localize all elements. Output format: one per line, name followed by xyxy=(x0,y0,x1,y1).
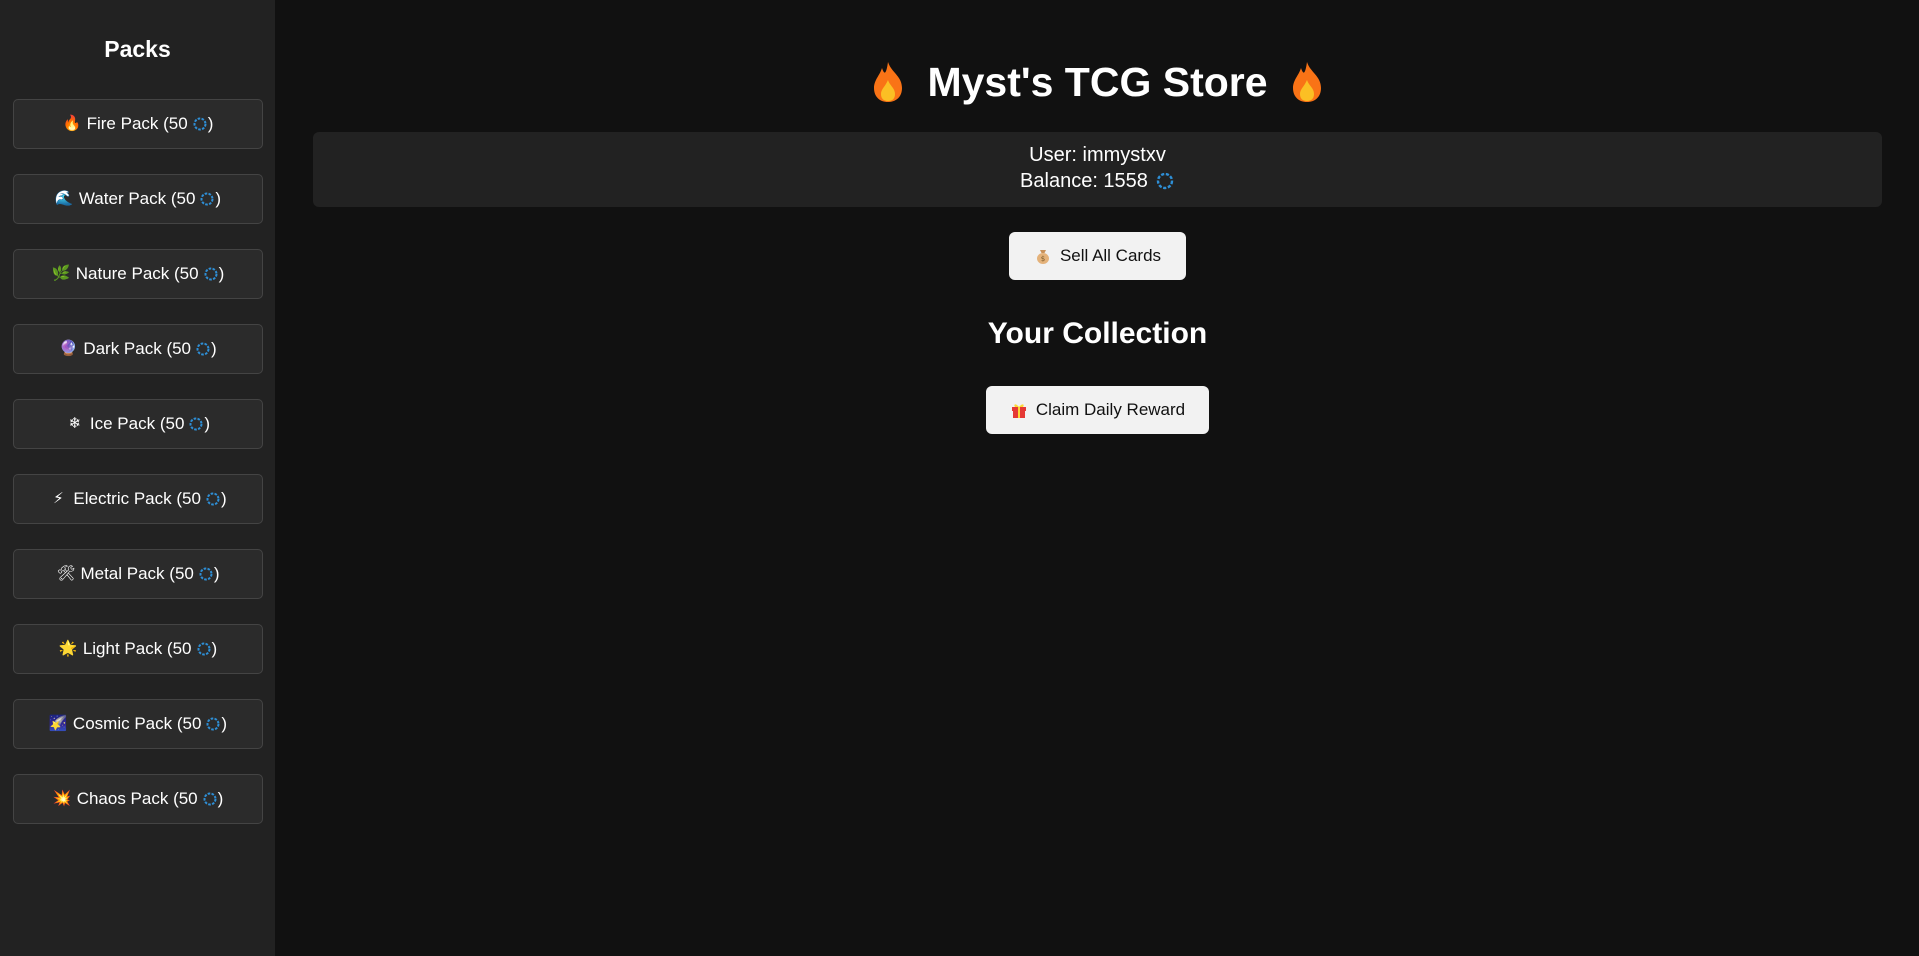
main-content: Myst's TCG Store User: immystxv Balance:… xyxy=(275,0,1919,956)
sell-all-cards-label: Sell All Cards xyxy=(1059,246,1162,265)
pack-label-close: ) xyxy=(211,339,217,358)
pack-label: Water Pack (50 xyxy=(78,189,196,208)
store-title-text: Myst's TCG Store xyxy=(927,58,1268,105)
pack-label-close: ) xyxy=(221,714,228,733)
claim-row: Claim Daily Reward xyxy=(313,386,1882,434)
coin-icon xyxy=(206,492,220,506)
coin-icon xyxy=(200,192,214,206)
pack-button[interactable]: ⚡ Electric Pack (50 ) xyxy=(13,474,263,524)
comet-icon: 🌠 xyxy=(48,715,68,732)
tools-icon: 🛠 xyxy=(56,565,76,582)
lightning-icon: ⚡ xyxy=(53,490,64,507)
pack-list: 🔥 Fire Pack (50 ) 🌊 Water Pack (50 ) 🌿 Nature… xyxy=(13,99,263,824)
pack-label: Fire Pack (50 xyxy=(86,114,188,133)
pack-label-close: ) xyxy=(207,114,214,133)
coin-icon xyxy=(206,717,220,731)
user-name: User: immystxv xyxy=(1029,144,1166,166)
pack-button[interactable]: 🔮 Dark Pack (50 ) xyxy=(13,324,263,374)
pack-label: Light Pack (50 xyxy=(82,639,192,658)
coin-icon xyxy=(196,342,210,356)
pack-label: Electric Pack (50 xyxy=(73,489,201,508)
pack-button[interactable]: ❄ Ice Pack (50 ) xyxy=(13,399,263,449)
user-info-panel: User: immystxv Balance: 1558 xyxy=(313,132,1882,207)
svg-text:$: $ xyxy=(1041,255,1045,263)
sidebar-title: Packs xyxy=(104,36,171,62)
coin-icon xyxy=(204,267,218,281)
pack-label-close: ) xyxy=(220,489,227,508)
coin-icon xyxy=(203,792,217,806)
coin-icon xyxy=(193,117,207,131)
snowflake-icon: ❄ xyxy=(68,415,82,432)
pack-sidebar: Packs 🔥 Fire Pack (50 ) 🌊 Water Pack (50 ) 🌿… xyxy=(0,0,275,956)
pack-button[interactable]: 🌊 Water Pack (50 ) xyxy=(13,174,263,224)
gift-icon xyxy=(1011,404,1026,418)
balance-line: Balance: 1558 xyxy=(313,168,1882,194)
pack-label: Chaos Pack (50 xyxy=(76,789,198,808)
pack-label-close: ) xyxy=(217,789,224,808)
flame-icon xyxy=(874,62,903,102)
pack-label-close: ) xyxy=(211,639,218,658)
pack-label: Ice Pack (50 xyxy=(89,414,185,433)
coin-icon xyxy=(199,567,213,581)
coin-icon xyxy=(1156,172,1174,190)
pack-label: Nature Pack (50 xyxy=(75,264,199,283)
dark-orb-icon: 🔮 xyxy=(59,340,78,357)
money-bag-icon: $ xyxy=(1036,250,1049,264)
pack-button[interactable]: 🌿 Nature Pack (50 ) xyxy=(13,249,263,299)
store-title: Myst's TCG Store xyxy=(313,58,1882,106)
pack-button[interactable]: 💥 Chaos Pack (50 ) xyxy=(13,774,263,824)
pack-button[interactable]: 🌠 Cosmic Pack (50 ) xyxy=(13,699,263,749)
pack-button[interactable]: 🔥 Fire Pack (50 ) xyxy=(13,99,263,149)
pack-label: Cosmic Pack (50 xyxy=(72,714,202,733)
fire-icon: 🔥 xyxy=(62,115,82,132)
coin-icon xyxy=(197,642,210,656)
balance-value: Balance: 1558 xyxy=(1020,170,1148,192)
claim-daily-reward-label: Claim Daily Reward xyxy=(1035,400,1186,419)
pack-button[interactable]: 🌟 Light Pack (50 ) xyxy=(13,624,263,674)
sun-icon: 🌟 xyxy=(58,640,78,657)
collection-title: Your Collection xyxy=(987,317,1208,350)
app-root: Packs 🔥 Fire Pack (50 ) 🌊 Water Pack (50 ) 🌿… xyxy=(0,0,1919,956)
pack-label-close: ) xyxy=(215,189,222,208)
claim-daily-reward-button[interactable]: Claim Daily Reward xyxy=(986,386,1209,434)
pack-button[interactable]: 🛠 Metal Pack (50 ) xyxy=(13,549,263,599)
explosion-icon: 💥 xyxy=(52,790,72,807)
pack-label: Metal Pack (50 xyxy=(80,564,194,583)
pack-label: Dark Pack (50 xyxy=(83,339,192,358)
wave-icon: 🌊 xyxy=(54,190,74,207)
pack-label-close: ) xyxy=(204,414,211,433)
sell-all-cards-button[interactable]: $ Sell All Cards xyxy=(1009,232,1186,280)
coin-icon xyxy=(189,417,203,431)
flame-icon xyxy=(1292,62,1321,102)
herb-icon: 🌿 xyxy=(51,265,71,282)
pack-label-close: ) xyxy=(213,564,220,583)
pack-label-close: ) xyxy=(218,264,225,283)
sell-row: $ Sell All Cards xyxy=(313,207,1882,280)
